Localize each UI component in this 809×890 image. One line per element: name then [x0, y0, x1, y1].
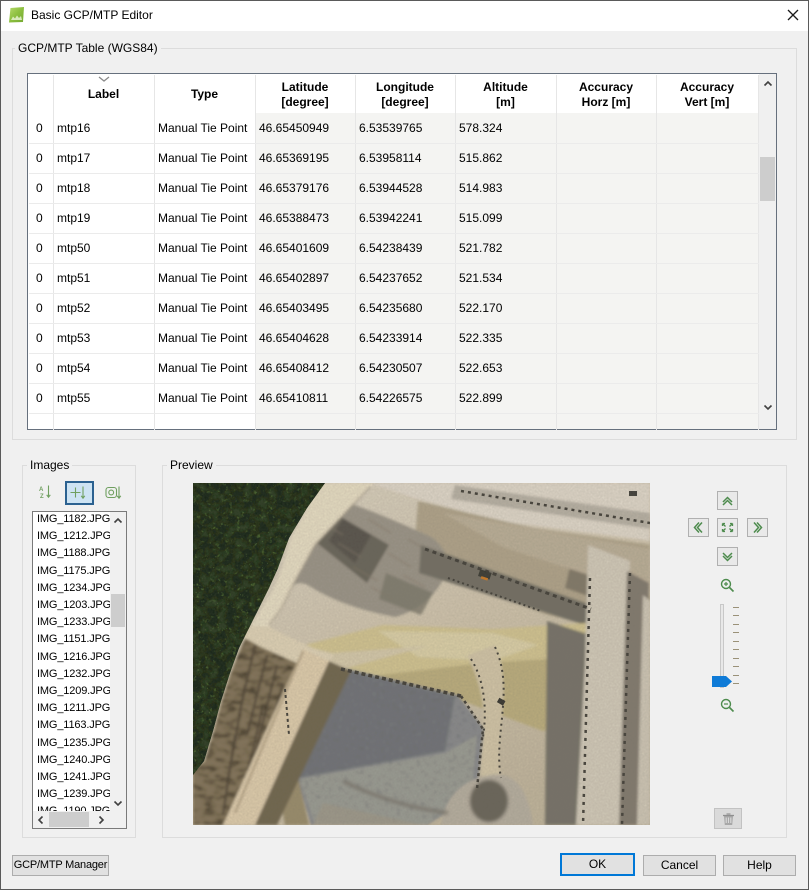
svg-text:A: A — [39, 487, 44, 493]
svg-text:Z: Z — [40, 494, 44, 499]
